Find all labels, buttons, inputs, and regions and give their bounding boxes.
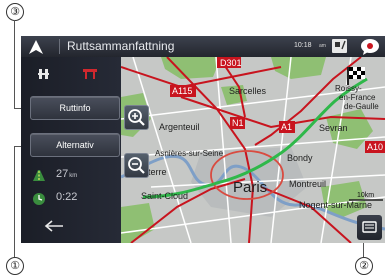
- callout-1: ①: [6, 257, 24, 275]
- callout-2: ②: [355, 257, 373, 275]
- road-label-a1: A1: [281, 122, 292, 132]
- road-label-n1: N1: [232, 118, 244, 128]
- label-bondy: Bondy: [287, 153, 313, 163]
- road-label-d301: D301: [220, 58, 242, 68]
- zoom-out-button[interactable]: [124, 153, 149, 178]
- screen-title: Ruttsammanfattning: [67, 39, 175, 53]
- title-divider: [59, 39, 60, 54]
- distance-value: 27: [56, 168, 69, 180]
- route-panel: Ruttinfo Alternativ 27km 0:22: [21, 57, 121, 243]
- route-map[interactable]: D301 A115 N1 A1 A10 Sarcelles Roissy- en…: [121, 57, 385, 243]
- road-label-a115: A115: [172, 86, 192, 96]
- label-roissy-3: de-Gaulle: [344, 102, 379, 111]
- label-sarcelles: Sarcelles: [229, 86, 267, 96]
- leader-line-1: [14, 146, 15, 257]
- label-sevran: Sevran: [319, 123, 348, 133]
- callout-3: ③: [6, 3, 24, 21]
- menu-icon: [362, 221, 377, 233]
- road-label-a10: A10: [367, 142, 383, 152]
- time-value: 0:22: [56, 191, 78, 203]
- back-arrow-icon[interactable]: [44, 220, 64, 232]
- label-paris: Paris: [233, 179, 267, 196]
- travel-time-icon: [33, 193, 45, 205]
- label-saint-cloud: Saint-Cloud: [141, 191, 188, 201]
- route-time: 0:22: [32, 191, 117, 207]
- distance-icon: [33, 170, 45, 181]
- navigation-screen: Ruttsammanfattning 10:18 am Ruttinfo Alt…: [21, 36, 385, 243]
- top-bar: Ruttsammanfattning 10:18 am: [21, 36, 385, 58]
- alternatives-button[interactable]: Alternativ: [30, 133, 120, 157]
- phone-signal-icon[interactable]: [332, 39, 347, 53]
- clock-ampm: am: [319, 43, 326, 49]
- label-roissy-1: Roissy-: [335, 84, 362, 93]
- label-asnieres: Asnières-sur-Seine: [155, 149, 224, 158]
- zoom-in-button[interactable]: [124, 105, 149, 130]
- zoom-out-icon: [128, 157, 145, 174]
- leader-line-3: [14, 20, 15, 109]
- car-route-icon[interactable]: [37, 68, 51, 80]
- menu-button[interactable]: [357, 215, 382, 240]
- clock: 10:18: [294, 42, 312, 49]
- navigation-arrow-icon[interactable]: [28, 39, 44, 55]
- map-canvas[interactable]: D301 A115 N1 A1 A10 Sarcelles Roissy- en…: [121, 57, 385, 243]
- label-roissy-2: en-France: [339, 93, 376, 102]
- scale-label: 10km: [357, 192, 374, 199]
- message-badge-icon[interactable]: [360, 38, 380, 55]
- toll-road-icon[interactable]: [82, 68, 98, 80]
- label-montreuil: Montreuil: [289, 179, 326, 189]
- label-nogent: Nogent-sur-Marne: [299, 200, 372, 210]
- zoom-in-icon: [128, 109, 145, 126]
- route-type-toggle[interactable]: [27, 63, 113, 85]
- route-distance: 27km: [32, 168, 117, 184]
- distance-unit: km: [69, 173, 78, 179]
- route-info-button[interactable]: Ruttinfo: [30, 96, 120, 120]
- label-argenteuil: Argenteuil: [159, 122, 200, 132]
